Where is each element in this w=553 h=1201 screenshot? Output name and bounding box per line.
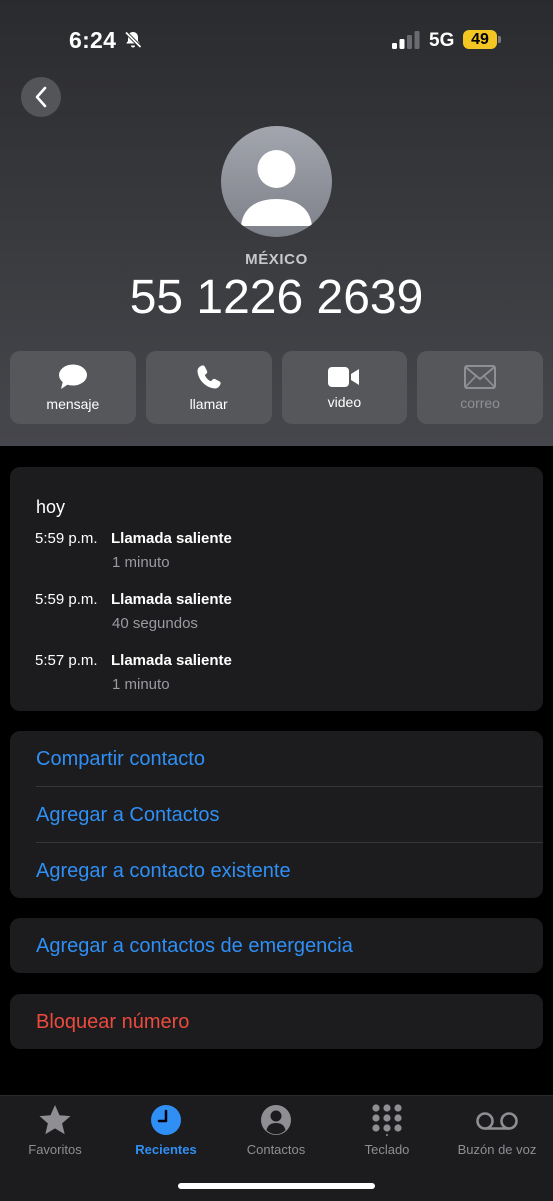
tab-label: Teclado — [364, 1142, 410, 1157]
video-button[interactable]: video — [281, 351, 408, 424]
call-duration: 40 segundos — [112, 615, 198, 632]
divider — [36, 842, 543, 843]
call-type: Llamada saliente — [111, 530, 232, 547]
signal-icon — [392, 31, 420, 49]
tab-label: Buzón de voz — [457, 1142, 537, 1157]
call-type: Llamada saliente — [111, 591, 232, 608]
message-icon — [58, 364, 87, 389]
message-label: mensaje — [46, 395, 100, 412]
call-time: 5:59 p.m. — [35, 530, 98, 547]
add-emergency-contact-link[interactable]: Agregar a contactos de emergencia — [36, 935, 353, 958]
tab-voicemail[interactable]: Buzón de voz — [442, 1104, 552, 1157]
call-row: 5:59 p.m. Llamada saliente 1 minuto — [35, 530, 232, 571]
mail-icon — [464, 364, 497, 389]
tab-recents[interactable]: Recientes — [111, 1104, 221, 1157]
home-indicator[interactable] — [178, 1183, 375, 1189]
block-card: Bloquear número — [10, 994, 543, 1049]
chevron-left-icon — [35, 86, 47, 108]
phone-number: 55 1226 2639 — [129, 271, 424, 324]
tab-label: Contactos — [246, 1142, 306, 1157]
tab-label: Favoritos — [28, 1142, 82, 1157]
tab-favorites[interactable]: Favoritos — [0, 1104, 110, 1157]
add-to-contacts-link[interactable]: Agregar a Contactos — [36, 804, 219, 827]
call-button[interactable]: llamar — [145, 351, 272, 424]
contact-header: 6:24 5G 49 MÉXICO 55 1226 2639 mensaje l… — [0, 0, 553, 446]
avatar — [221, 126, 332, 237]
call-duration: 1 minuto — [112, 554, 170, 571]
call-row: 5:57 p.m. Llamada saliente 1 minuto — [35, 652, 232, 693]
tab-keypad[interactable]: Teclado — [332, 1104, 442, 1157]
video-icon — [328, 366, 360, 387]
action-buttons: mensaje llamar video correo — [10, 351, 543, 424]
call-duration: 1 minuto — [112, 676, 170, 693]
add-to-existing-contact-link[interactable]: Agregar a contacto existente — [36, 860, 291, 883]
call-label: llamar — [189, 395, 228, 412]
call-history-card: hoy 5:59 p.m. Llamada saliente 1 minuto 5… — [10, 467, 543, 711]
call-time: 5:59 p.m. — [35, 591, 98, 608]
call-history-day: hoy — [36, 497, 66, 517]
tab-label: Recientes — [135, 1142, 197, 1157]
person-circle-icon — [261, 1105, 291, 1135]
contact-country: MÉXICO — [245, 251, 308, 268]
share-contact-link[interactable]: Compartir contacto — [36, 748, 205, 771]
video-label: video — [327, 393, 362, 410]
mail-button[interactable]: correo — [417, 351, 543, 424]
voicemail-icon — [476, 1112, 518, 1130]
status-time: 6:24 — [69, 27, 117, 53]
block-number-link[interactable]: Bloquear número — [36, 1011, 189, 1034]
tab-contacts[interactable]: Contactos — [221, 1104, 331, 1157]
call-time: 5:57 p.m. — [35, 652, 98, 669]
divider — [36, 786, 543, 787]
person-silhouette-icon — [241, 150, 312, 226]
phone-icon — [197, 364, 221, 388]
battery-tip — [498, 36, 501, 43]
network-type: 5G — [429, 30, 455, 51]
bell-slash-icon — [124, 31, 142, 49]
emergency-card: Agregar a contactos de emergencia — [10, 918, 543, 973]
contact-options-card: Compartir contacto Agregar a Contactos A… — [10, 731, 543, 898]
mail-label: correo — [460, 394, 500, 411]
clock-icon — [151, 1105, 181, 1135]
battery-icon: 49 — [463, 30, 497, 49]
call-row: 5:59 p.m. Llamada saliente 40 segundos — [35, 591, 232, 632]
message-button[interactable]: mensaje — [10, 351, 136, 424]
back-button[interactable] — [21, 77, 61, 117]
call-type: Llamada saliente — [111, 652, 232, 669]
star-icon — [39, 1105, 71, 1135]
keypad-icon — [372, 1104, 402, 1136]
